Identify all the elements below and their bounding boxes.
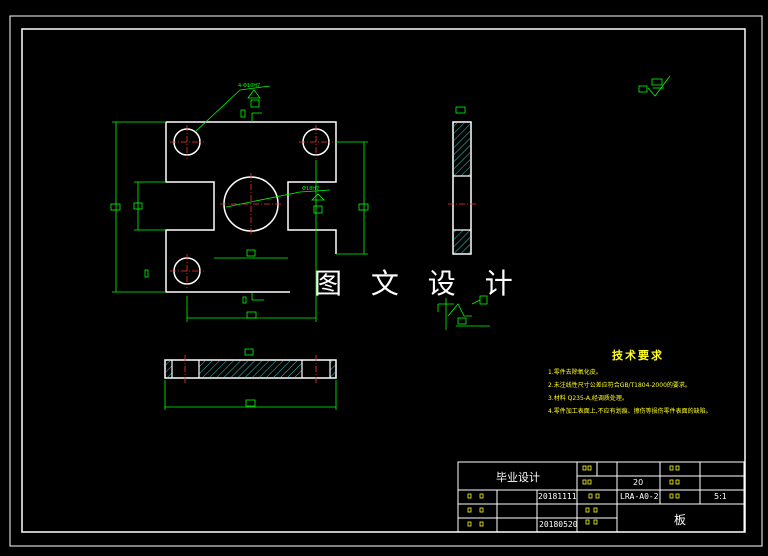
tech-note: 2.未注线性尺寸公差应符合GB/T1804-2000的要求。 (548, 382, 691, 389)
tech-note: 4.零件加工表面上,不应有划痕、擦伤等损伤零件表面的缺陷。 (548, 408, 712, 415)
drawing-number: LRA-A0-2 (620, 492, 659, 501)
tech-note: 1.零件去除氧化皮。 (548, 369, 602, 376)
date-approver: 20180520 (539, 520, 578, 529)
scale: 5:1 (714, 492, 727, 501)
roughness-symbol (638, 75, 671, 97)
tech-requirements-title: 技术要求 (612, 349, 664, 362)
project-title: 毕业设计 (496, 471, 540, 484)
tech-note: 3.材料 Q235-A,经调质处理。 (548, 395, 628, 402)
side-view (448, 106, 476, 255)
watermark: 图 文 设 计 (314, 267, 523, 300)
svg-text:Φ18H7: Φ18H7 (302, 186, 319, 192)
centerlines (170, 125, 333, 288)
svg-text:4-Φ10H7: 4-Φ10H7 (238, 83, 260, 89)
section-view (164, 348, 337, 410)
gdt-annotation-text: 4-Φ10H7 Φ18H7 (238, 83, 319, 192)
part-name: 板 (674, 513, 687, 527)
quantity: 20 (633, 478, 644, 487)
date-designer: 20181111 (538, 492, 577, 501)
